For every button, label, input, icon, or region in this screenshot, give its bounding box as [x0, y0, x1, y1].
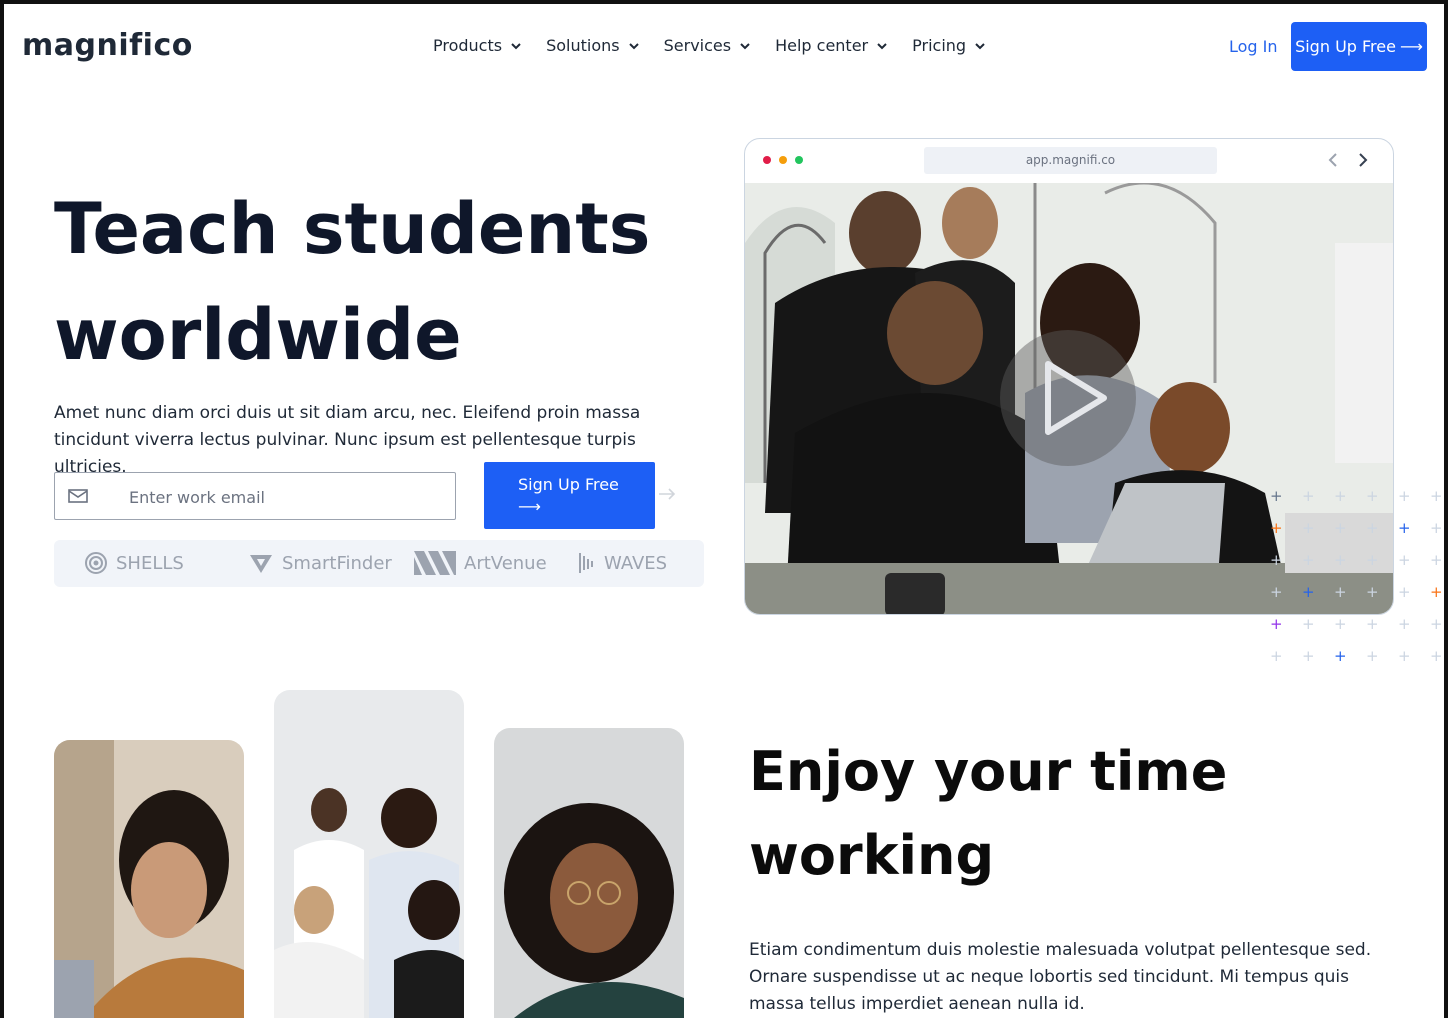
- chevron-down-icon: [740, 42, 750, 49]
- plus-icon: +: [1430, 615, 1443, 633]
- chevron-left-icon[interactable]: [1325, 152, 1341, 168]
- hero-signup-label: Sign Up Free: [518, 475, 619, 494]
- address-bar[interactable]: app.magnifi.co: [924, 147, 1217, 174]
- plus-icon: +: [1366, 615, 1379, 633]
- window-dot-red: [763, 156, 771, 164]
- plus-icon: +: [1430, 647, 1443, 665]
- brand-artvenue: ArtVenue: [414, 551, 547, 575]
- plus-icon: +: [1302, 551, 1315, 569]
- plus-icon: +: [1398, 647, 1411, 665]
- plus-icon: +: [1398, 487, 1411, 505]
- photo-card-team: [274, 690, 464, 1018]
- plus-icon: +: [1366, 647, 1379, 665]
- plus-icon: +: [1430, 551, 1443, 569]
- chevron-down-icon: [975, 42, 985, 49]
- plus-icon: +: [1334, 583, 1347, 601]
- arrow-right-icon: [659, 488, 676, 500]
- brand-waves: WAVES: [578, 551, 667, 575]
- plus-icon: +: [1334, 519, 1347, 537]
- plus-icon: +: [1366, 583, 1379, 601]
- menu-item-label: Pricing: [912, 36, 967, 55]
- signup-button-label: Sign Up Free: [1295, 37, 1396, 56]
- smiling-woman-photo: [494, 728, 684, 1018]
- menu-item-pricing[interactable]: Pricing: [912, 36, 986, 55]
- plus-icon: +: [1270, 583, 1283, 601]
- partner-logos-bar: SHELLS SmartFinder ArtVenue WAVES: [54, 540, 704, 587]
- mail-icon: [68, 489, 88, 503]
- plus-icon: +: [1302, 487, 1315, 505]
- woman-laptop-photo: [54, 740, 244, 1018]
- plus-icon: +: [1334, 647, 1347, 665]
- menu-item-products[interactable]: Products: [433, 36, 522, 55]
- plus-icon: +: [1430, 519, 1443, 537]
- top-navigation: magnifico Products Solutions Services He…: [0, 4, 1448, 88]
- plus-icon: +: [1398, 551, 1411, 569]
- window-dot-yellow: [779, 156, 787, 164]
- arrow-right-icon: ⟶: [1399, 37, 1423, 56]
- brand-name: WAVES: [604, 552, 668, 574]
- brand-name: SmartFinder: [282, 552, 392, 574]
- menu-item-help-center[interactable]: Help center: [775, 36, 888, 55]
- play-video-button[interactable]: [1000, 330, 1136, 466]
- hero-signup-button[interactable]: Sign Up Free ⟶: [484, 462, 655, 529]
- photo-card-woman-laptop: [54, 740, 244, 1018]
- email-field[interactable]: [54, 472, 456, 520]
- plus-icon: +: [1270, 615, 1283, 633]
- brand-name: SHELLS: [116, 552, 184, 574]
- chevron-down-icon: [628, 42, 639, 49]
- section-description: Etiam condimentum duis molestie malesuad…: [749, 940, 1372, 1014]
- brand-smartfinder: SmartFinder: [248, 551, 392, 575]
- plus-icon: +: [1270, 487, 1283, 505]
- plus-icon: +: [1302, 583, 1315, 601]
- plus-icon: +: [1366, 519, 1379, 537]
- plus-icon: +: [1430, 583, 1443, 601]
- brand-shells: SHELLS: [84, 551, 184, 575]
- menu-item-label: Solutions: [546, 36, 620, 55]
- menu-item-solutions[interactable]: Solutions: [546, 36, 640, 55]
- signup-button[interactable]: Sign Up Free ⟶: [1291, 22, 1427, 71]
- menu-item-label: Products: [433, 36, 503, 55]
- plus-icon: +: [1302, 519, 1315, 537]
- email-input[interactable]: [129, 483, 439, 511]
- artvenue-logo-icon: [414, 551, 456, 575]
- chevron-down-icon: [511, 42, 521, 49]
- plus-icon: +: [1270, 647, 1283, 665]
- plus-icon: +: [1334, 551, 1347, 569]
- plus-icon: +: [1366, 487, 1379, 505]
- plus-icon: +: [1366, 551, 1379, 569]
- window-dot-green: [795, 156, 803, 164]
- team-meeting-photo: [274, 690, 464, 1018]
- play-icon: [1045, 361, 1107, 435]
- menu-item-label: Services: [663, 36, 732, 55]
- brand-name: ArtVenue: [464, 552, 547, 574]
- plus-icon: +: [1270, 519, 1283, 537]
- photo-card-smiling-woman: [494, 728, 684, 1018]
- login-link[interactable]: Log In: [1229, 37, 1278, 56]
- plus-icon: +: [1302, 647, 1315, 665]
- chevron-right-icon[interactable]: [1355, 152, 1371, 168]
- waves-logo-icon: [579, 553, 593, 573]
- plus-icon: +: [1398, 519, 1411, 537]
- section-title: Enjoy your time working: [749, 740, 1228, 887]
- arrow-right-icon: ⟶: [518, 497, 541, 516]
- plus-icon: +: [1334, 615, 1347, 633]
- plus-icon: +: [1398, 615, 1411, 633]
- plus-icon: +: [1398, 583, 1411, 601]
- menu-item-label: Help center: [775, 36, 869, 55]
- shells-logo-icon: [85, 552, 107, 574]
- plus-icon: +: [1430, 487, 1443, 505]
- plus-icon: +: [1302, 615, 1315, 633]
- plus-icon: +: [1270, 551, 1283, 569]
- main-menu: Products Solutions Services Help center …: [433, 36, 1010, 55]
- smartfinder-logo-icon: [250, 555, 272, 573]
- brand-logo[interactable]: magnifico: [22, 28, 193, 63]
- chevron-down-icon: [877, 42, 887, 49]
- plus-icon: +: [1334, 487, 1347, 505]
- menu-item-services[interactable]: Services: [664, 36, 751, 55]
- hero-title: Teach students worldwide: [54, 188, 651, 376]
